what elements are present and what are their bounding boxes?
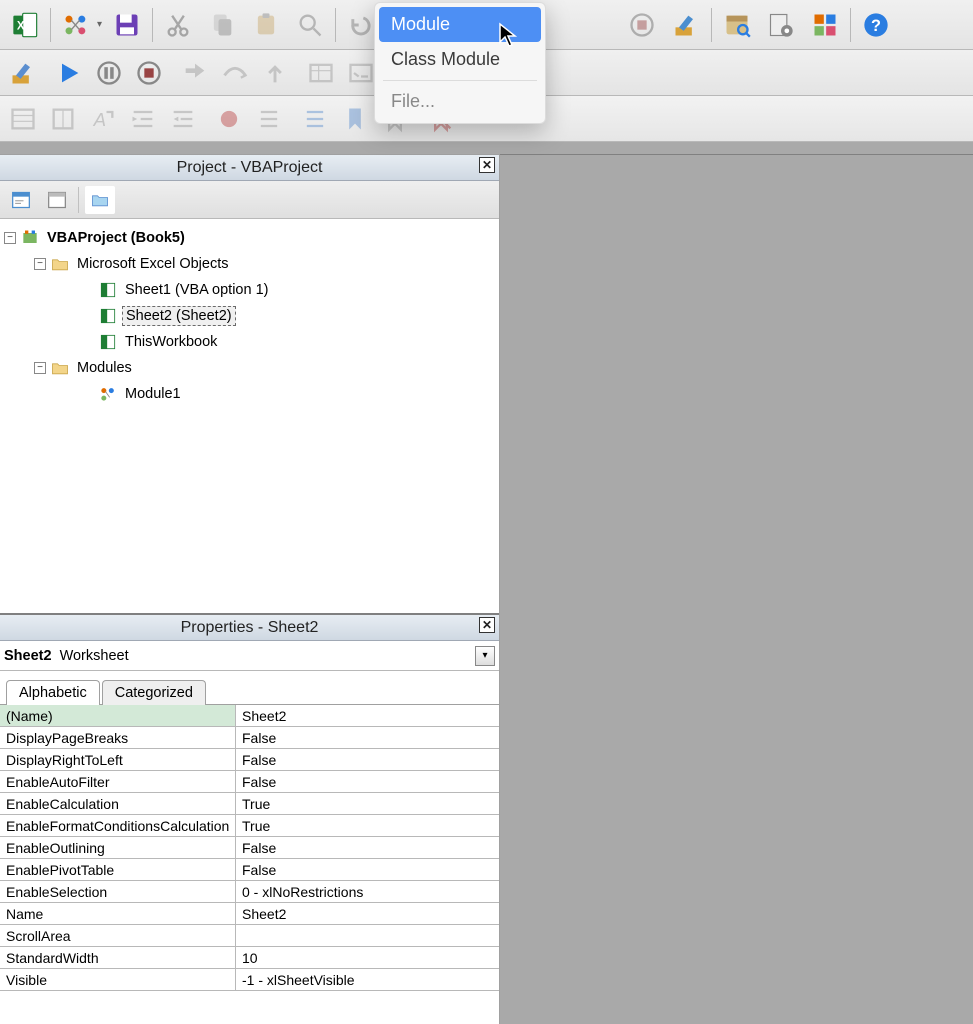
object-selector[interactable]: Sheet2 Worksheet ▾: [0, 641, 499, 671]
reset-button[interactable]: [132, 56, 166, 90]
immediate-window-button[interactable]: [344, 56, 378, 90]
project-explorer-button[interactable]: [718, 6, 756, 44]
design-mode-button[interactable]: [667, 6, 705, 44]
project-pane-title: Project - VBAProject: [177, 159, 323, 177]
quick-info-button[interactable]: A: [86, 102, 120, 136]
locals-window-button[interactable]: [304, 56, 338, 90]
property-row[interactable]: EnableAutoFilterFalse: [0, 771, 499, 793]
property-row[interactable]: EnableOutliningFalse: [0, 837, 499, 859]
cut-button[interactable]: [159, 6, 197, 44]
project-icon: [20, 228, 40, 248]
tree-node-sheet1[interactable]: Sheet1 (VBA option 1): [122, 281, 272, 299]
properties-grid[interactable]: (Name)Sheet2 DisplayPageBreaksFalse Disp…: [0, 705, 499, 1024]
tree-node-module1[interactable]: Module1: [122, 385, 184, 403]
properties-pane: Properties - Sheet2 ✕ Sheet2 Worksheet ▾…: [0, 615, 499, 1024]
pause-button[interactable]: [92, 56, 126, 90]
chevron-down-icon[interactable]: ▾: [475, 646, 495, 666]
workbook-icon: [98, 332, 118, 352]
list-properties-button[interactable]: [6, 102, 40, 136]
property-row[interactable]: (Name)Sheet2: [0, 705, 499, 727]
object-name: Sheet2: [4, 648, 52, 664]
step-into-button[interactable]: [178, 56, 212, 90]
object-type: Worksheet: [60, 648, 129, 664]
tree-node-modules[interactable]: Modules: [74, 359, 135, 377]
object-browser-button[interactable]: [806, 6, 844, 44]
comment-block-button[interactable]: [252, 102, 286, 136]
close-icon[interactable]: ✕: [479, 617, 495, 633]
properties-button[interactable]: [762, 6, 800, 44]
tab-alphabetic[interactable]: Alphabetic: [6, 680, 100, 705]
menu-item-file[interactable]: File...: [375, 84, 545, 119]
compile-button[interactable]: [6, 56, 40, 90]
tree-node-thisworkbook[interactable]: ThisWorkbook: [122, 333, 220, 351]
svg-text:?: ?: [871, 16, 881, 34]
help-button[interactable]: ?: [857, 6, 895, 44]
project-tree[interactable]: − VBAProject (Book5) − Microsoft Excel O…: [0, 219, 499, 613]
property-row[interactable]: EnableFormatConditionsCalculationTrue: [0, 815, 499, 837]
toggle-breakpoint-button[interactable]: [212, 102, 246, 136]
project-explorer-pane: Project - VBAProject ✕ − VBAProject (Boo…: [0, 155, 499, 615]
stop-button[interactable]: [623, 6, 661, 44]
svg-text:X: X: [17, 19, 25, 32]
excel-icon[interactable]: X: [6, 6, 44, 44]
worksheet-icon: [98, 306, 118, 326]
collapse-toggle-icon[interactable]: −: [34, 258, 46, 270]
properties-tabs: Alphabetic Categorized: [0, 671, 499, 705]
view-object-button[interactable]: [42, 186, 72, 214]
toggle-folders-button[interactable]: [85, 186, 115, 214]
toggle-bookmark-button[interactable]: [338, 102, 372, 136]
copy-button[interactable]: [203, 6, 241, 44]
property-row[interactable]: DisplayRightToLeftFalse: [0, 749, 499, 771]
property-row[interactable]: EnablePivotTableFalse: [0, 859, 499, 881]
property-row[interactable]: StandardWidth10: [0, 947, 499, 969]
properties-pane-title-bar: Properties - Sheet2 ✕: [0, 615, 499, 641]
properties-pane-title: Properties - Sheet2: [181, 619, 319, 637]
property-row[interactable]: Visible-1 - xlSheetVisible: [0, 969, 499, 991]
tree-node-sheet2[interactable]: Sheet2 (Sheet2): [122, 306, 236, 326]
svg-text:A: A: [93, 109, 106, 130]
property-row[interactable]: NameSheet2: [0, 903, 499, 925]
run-button[interactable]: [52, 56, 86, 90]
property-row[interactable]: DisplayPageBreaksFalse: [0, 727, 499, 749]
toolbox-icon[interactable]: [57, 6, 95, 44]
find-button[interactable]: [291, 6, 329, 44]
module-icon: [98, 384, 118, 404]
cursor-icon: [498, 22, 518, 53]
step-out-button[interactable]: [258, 56, 292, 90]
insert-menu-dropdown: Module Class Module File...: [374, 2, 546, 124]
property-row[interactable]: EnableSelection0 - xlNoRestrictions: [0, 881, 499, 903]
list-constants-button[interactable]: [46, 102, 80, 136]
tree-node-project[interactable]: VBAProject (Book5): [44, 229, 188, 247]
property-row[interactable]: ScrollArea: [0, 925, 499, 947]
folder-icon: [50, 254, 70, 274]
menu-item-class-module[interactable]: Class Module: [375, 42, 545, 77]
tab-categorized[interactable]: Categorized: [102, 680, 206, 705]
project-pane-title-bar: Project - VBAProject ✕: [0, 155, 499, 181]
indent-button[interactable]: [126, 102, 160, 136]
tree-node-excel-objects[interactable]: Microsoft Excel Objects: [74, 255, 232, 273]
code-area: [500, 154, 973, 1024]
worksheet-icon: [98, 280, 118, 300]
collapse-toggle-icon[interactable]: −: [4, 232, 16, 244]
collapse-toggle-icon[interactable]: −: [34, 362, 46, 374]
left-panel: Project - VBAProject ✕ − VBAProject (Boo…: [0, 154, 500, 1024]
uncomment-block-button[interactable]: [298, 102, 332, 136]
view-code-button[interactable]: [6, 186, 36, 214]
close-icon[interactable]: ✕: [479, 157, 495, 173]
outdent-button[interactable]: [166, 102, 200, 136]
step-over-button[interactable]: [218, 56, 252, 90]
paste-button[interactable]: [247, 6, 285, 44]
save-button[interactable]: [108, 6, 146, 44]
project-pane-toolbar: [0, 181, 499, 219]
property-row[interactable]: EnableCalculationTrue: [0, 793, 499, 815]
folder-icon: [50, 358, 70, 378]
